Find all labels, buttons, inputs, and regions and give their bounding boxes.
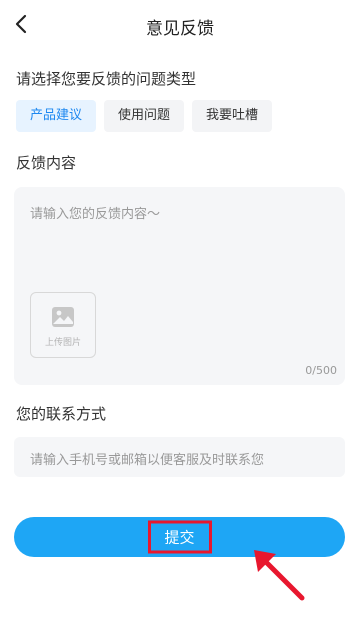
image-icon	[52, 307, 74, 327]
tab-complaint[interactable]: 我要吐槽	[192, 100, 273, 132]
contact-label: 您的联系方式	[16, 405, 107, 423]
red-arrow-annotation	[254, 550, 305, 601]
contact-input[interactable]: 请输入手机号或邮箱以便客服及时联系您	[14, 437, 345, 477]
tab-product-suggestion[interactable]: 产品建议	[16, 100, 97, 132]
feedback-textarea[interactable]: 请输入您的反馈内容～ 上传图片 0/500	[14, 187, 345, 385]
feedback-content-label: 反馈内容	[16, 154, 77, 172]
issue-type-label: 请选择您要反馈的问题类型	[16, 70, 197, 88]
upload-image-button[interactable]: 上传图片	[30, 292, 96, 358]
contact-placeholder: 请输入手机号或邮箱以便客服及时联系您	[30, 453, 265, 468]
char-counter: 0/500	[305, 364, 337, 377]
issue-type-tabs: 产品建议 使用问题 我要吐槽	[16, 100, 273, 132]
page-title: 意见反馈	[146, 19, 214, 39]
nav-bar: 意见反馈	[0, 0, 360, 48]
tab-usage-issue[interactable]: 使用问题	[104, 100, 185, 132]
feedback-placeholder: 请输入您的反馈内容～	[30, 207, 161, 222]
submit-label: 提交	[147, 520, 212, 554]
upload-image-label: 上传图片	[44, 338, 81, 348]
